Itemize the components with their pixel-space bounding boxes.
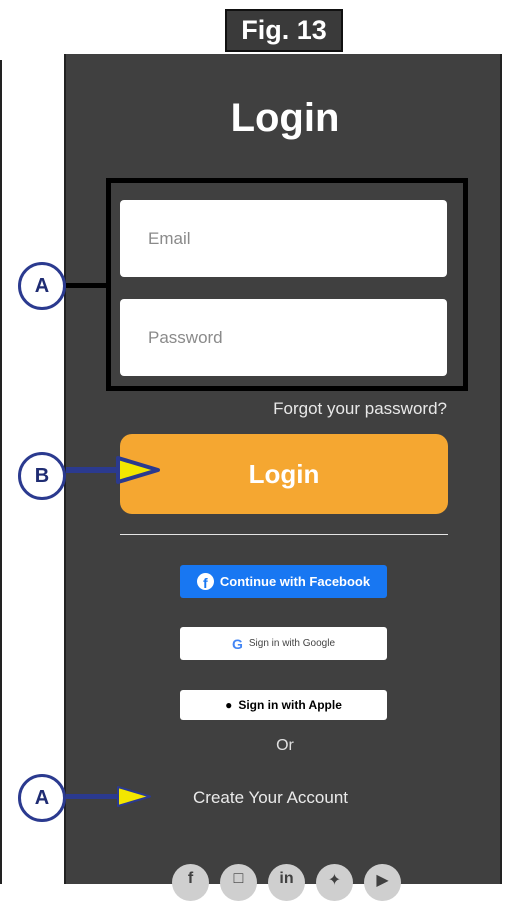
facebook-button-label: Continue with Facebook [219, 574, 371, 589]
instagram-icon[interactable]: □ [220, 864, 257, 901]
youtube-icon[interactable]: ▶ [364, 864, 401, 901]
figure-label: Fig. 13 [225, 9, 343, 52]
callout-connector [66, 283, 108, 288]
callout-arrow [66, 786, 151, 807]
forgot-password-link[interactable]: Forgot your password? [273, 399, 447, 419]
page-title: Login [230, 96, 340, 140]
apple-button-label: Sign in with Apple [238, 698, 342, 712]
or-separator: Or [276, 737, 294, 754]
google-icon: G [231, 635, 243, 652]
callout-badge: A [18, 774, 66, 822]
facebook-icon[interactable]: f [172, 864, 209, 901]
linkedin-icon[interactable]: in [268, 864, 305, 901]
email-field[interactable] [120, 200, 447, 277]
google-button-label: Sign in with Google [248, 638, 336, 649]
login-button[interactable]: Login [120, 434, 448, 514]
facebook-icon: f [196, 573, 214, 590]
apple-icon: ● [225, 698, 233, 712]
social-links-row: f □ in ✦ ▶ [172, 864, 401, 901]
google-login-button[interactable]: G Sign in with Google [180, 627, 387, 660]
callout-badge: B [18, 452, 66, 500]
facebook-login-button[interactable]: f Continue with Facebook [180, 565, 387, 598]
callout-arrow [66, 456, 160, 484]
password-field[interactable] [120, 299, 447, 376]
divider [120, 534, 448, 535]
left-border-line [0, 60, 2, 884]
apple-login-button[interactable]: ● Sign in with Apple [180, 690, 387, 720]
create-account-link[interactable]: Create Your Account [193, 788, 348, 808]
twitter-icon[interactable]: ✦ [316, 864, 353, 901]
callout-badge: A [18, 262, 66, 310]
